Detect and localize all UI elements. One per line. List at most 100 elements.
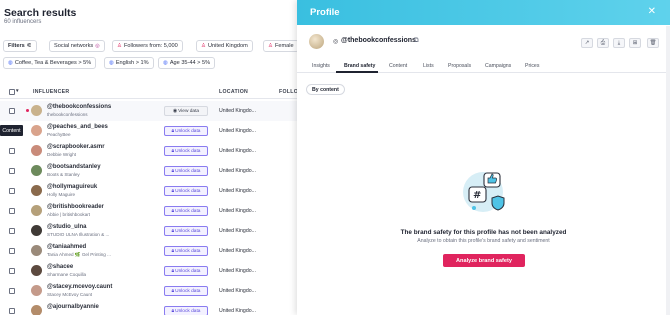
empty-state-title: The brand safety for this profile has no… xyxy=(400,229,567,236)
influencer-handle[interactable]: @shacee xyxy=(47,264,73,270)
row-checkbox[interactable] xyxy=(9,148,15,154)
unlock-data-button[interactable]: 🔒︎ Unlock data xyxy=(164,226,208,236)
unlock-data-label: Unlock data xyxy=(175,268,201,274)
unlock-data-label: Unlock data xyxy=(175,188,201,194)
row-checkbox[interactable] xyxy=(9,208,15,214)
table-row[interactable]: @taniaahmed Tania Ahmed 🌿 Gel Printing ..… xyxy=(0,241,300,261)
unlock-data-button[interactable]: 🔒︎ Unlock data xyxy=(164,266,208,276)
location-value: United Kingdo... xyxy=(219,128,256,134)
search-results-panel: Search results 60 influencers Filters ⚟ … xyxy=(0,0,300,315)
filter-chip-age[interactable]: ◍ Age 35-44 > 5% xyxy=(158,57,216,69)
drawer-scrollbar[interactable] xyxy=(666,26,670,315)
globe-icon: ◍ xyxy=(109,60,114,66)
location-value: United Kingdo... xyxy=(219,288,256,294)
unlock-data-button[interactable]: 🔒︎ Unlock data xyxy=(164,246,208,256)
influencer-handle[interactable]: @ajournalbyannie xyxy=(47,304,99,310)
table-row[interactable]: @ajournalbyannie 🔒︎ Unlock data United King… xyxy=(0,301,300,315)
influencer-handle[interactable]: @britishbookreader xyxy=(47,204,104,210)
influencer-handle[interactable]: @peaches_and_bees xyxy=(47,124,108,130)
column-influencer[interactable]: INFLUENCER xyxy=(33,89,69,95)
analyze-brand-safety-button[interactable]: Analyze brand safety xyxy=(443,254,525,267)
unlock-data-button[interactable]: 🔒︎ Unlock data xyxy=(164,306,208,315)
select-all-checkbox[interactable] xyxy=(9,89,15,95)
row-checkbox[interactable] xyxy=(9,228,15,234)
tab-proposals[interactable]: Proposals xyxy=(448,63,471,69)
filters-button[interactable]: Filters ⚟ xyxy=(3,40,37,52)
influencer-handle[interactable]: @hollymaguireuk xyxy=(47,184,97,190)
tooltip: Content xyxy=(0,125,23,136)
print-icon[interactable]: ⎙ xyxy=(597,38,609,48)
drawer-title: Profile xyxy=(310,7,340,18)
influencer-handle[interactable]: @scrapbooker.asmr xyxy=(47,144,105,150)
column-followers[interactable]: FOLLO xyxy=(279,89,298,95)
unlock-data-button[interactable]: 🔒︎ Unlock data xyxy=(164,166,208,176)
tab-brand-safety[interactable]: Brand safety xyxy=(344,63,375,69)
table-row[interactable]: @scrapbooker.asmr Debbie Wright 🔒︎ Unlock d… xyxy=(0,141,300,161)
row-checkbox[interactable] xyxy=(9,308,15,314)
filter-chip-location[interactable]: ♙ United Kingdom xyxy=(196,40,253,52)
download-icon[interactable]: ⤓ xyxy=(613,38,625,48)
by-content-toggle[interactable]: By content xyxy=(306,84,345,95)
tab-campaigns[interactable]: Campaigns xyxy=(485,63,511,69)
influencer-handle[interactable]: @taniaahmed xyxy=(47,244,86,250)
filter-chip-interest[interactable]: ◍ Coffee, Tea & Beverages > 5% xyxy=(3,57,97,69)
avatar xyxy=(31,265,42,276)
avatar xyxy=(31,105,42,116)
share-icon[interactable]: ↗ xyxy=(581,38,593,48)
unlock-data-button[interactable]: 🔒︎ Unlock data xyxy=(164,286,208,296)
influencer-handle[interactable]: @studio_ulna xyxy=(47,224,87,230)
lock-icon: 🔒︎ xyxy=(171,269,175,274)
column-location[interactable]: LOCATION xyxy=(219,89,248,95)
influencer-handle[interactable]: @thebookconfessions xyxy=(47,104,111,110)
row-checkbox[interactable] xyxy=(9,268,15,274)
view-data-button[interactable]: ◉ View data xyxy=(164,106,208,116)
instagram-icon: ◎ xyxy=(95,43,100,49)
external-link-icon[interactable]: ⧉ xyxy=(414,37,419,45)
chevron-down-icon[interactable]: ▾ xyxy=(16,88,19,94)
unlock-data-button[interactable]: 🔒︎ Unlock data xyxy=(164,186,208,196)
avatar xyxy=(31,205,42,216)
row-checkbox[interactable] xyxy=(9,188,15,194)
delete-icon[interactable]: 🗑 xyxy=(647,38,659,48)
filter-chip-language[interactable]: ◍ English > 1% xyxy=(104,57,154,69)
page-title: Search results xyxy=(4,7,77,19)
profile-handle: @thebookconfessions xyxy=(341,37,416,44)
filters-label: Filters xyxy=(8,43,25,49)
row-checkbox[interactable] xyxy=(9,248,15,254)
filter-chip-social[interactable]: Social networks ◎ xyxy=(49,40,105,52)
influencer-handle[interactable]: @bootsandstanley xyxy=(47,164,101,170)
unlock-data-button[interactable]: 🔒︎ Unlock data xyxy=(164,206,208,216)
row-checkbox[interactable] xyxy=(9,108,15,114)
lock-icon: 🔒︎ xyxy=(171,229,175,234)
unlock-data-button[interactable]: 🔒︎ Unlock data xyxy=(164,146,208,156)
filter-chip-followers[interactable]: ♙ Followers from: 5,000 xyxy=(112,40,183,52)
table-row[interactable]: @stacey.mcevoy.caunt Stacey McEvoy Caunt 🔒… xyxy=(0,281,300,301)
row-checkbox[interactable] xyxy=(9,288,15,294)
filter-chip-label: Age 35-44 > 5% xyxy=(169,60,211,66)
location-value: United Kingdo... xyxy=(219,168,256,174)
filter-chip-gender[interactable]: ♙ Female xyxy=(263,40,299,52)
table-row[interactable]: @hollymaguireuk Holly Maguire 🔒︎ Unlock dat… xyxy=(0,181,300,201)
avatar xyxy=(31,245,42,256)
table-row[interactable]: @studio_ulna STUDIO ULNA Illustration & .… xyxy=(0,221,300,241)
lock-icon: 🔒︎ xyxy=(171,169,175,174)
influencer-handle[interactable]: @stacey.mcevoy.caunt xyxy=(47,284,112,290)
unlock-data-button[interactable]: 🔒︎ Unlock data xyxy=(164,126,208,136)
unlock-data-label: Unlock data xyxy=(175,208,201,214)
avatar xyxy=(31,305,42,315)
close-icon[interactable]: ✕ xyxy=(648,6,656,17)
view-data-label: View data xyxy=(178,108,200,114)
table-row[interactable]: @bootsandstanley Boots & Stanley 🔒︎ Unlock … xyxy=(0,161,300,181)
globe-icon: ◍ xyxy=(163,60,168,66)
tab-content[interactable]: Content xyxy=(389,63,407,69)
table-row[interactable]: @britishbookreader Abbie | britishbookart… xyxy=(0,201,300,221)
add-to-list-icon[interactable]: ⊞ xyxy=(629,38,641,48)
tab-insights[interactable]: Insights xyxy=(312,63,330,69)
table-row[interactable]: @peaches_and_bees PeachyBee 🔒︎ Unlock data U… xyxy=(0,121,300,141)
tab-lists[interactable]: Lists xyxy=(423,63,434,69)
influencer-name: Tania Ahmed 🌿 Gel Printing ... xyxy=(47,252,111,257)
table-row[interactable]: @thebookconfessions thebookconfessions ◉ Vi… xyxy=(0,101,300,121)
row-checkbox[interactable] xyxy=(9,168,15,174)
table-row[interactable]: @shacee Sharmane Coquilla 🔒︎ Unlock data Uni… xyxy=(0,261,300,281)
tab-prices[interactable]: Prices xyxy=(525,63,539,69)
